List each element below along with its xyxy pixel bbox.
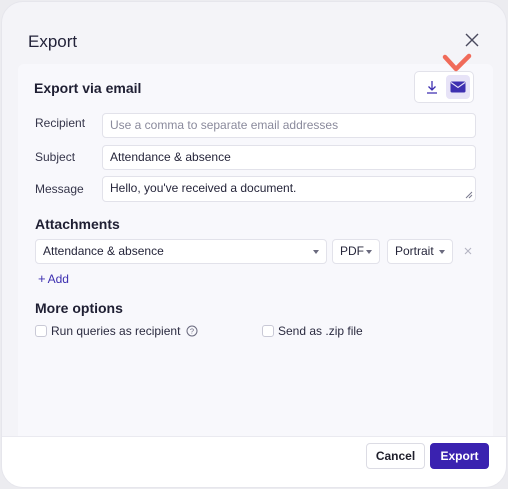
message-text: Hello, you've received a document.: [110, 181, 297, 195]
subject-label: Subject: [35, 150, 76, 164]
attachment-orientation-value: Portrait: [395, 244, 434, 258]
svg-text:?: ?: [190, 327, 194, 336]
attachment-orientation-select[interactable]: Portrait: [387, 239, 453, 264]
attachment-format-value: PDF: [340, 244, 364, 258]
export-dialog: Export Export via email Recipient Use a …: [1, 1, 507, 488]
send-as-zip-label: Send as .zip file: [278, 324, 363, 338]
send-as-zip-option[interactable]: Send as .zip file: [262, 323, 363, 339]
message-textarea[interactable]: Hello, you've received a document.: [102, 176, 476, 202]
chevron-down-icon: [366, 250, 372, 254]
chevron-down-icon: [313, 250, 319, 254]
run-as-recipient-option[interactable]: Run queries as recipient ?: [35, 323, 198, 339]
cancel-button[interactable]: Cancel: [366, 443, 425, 469]
remove-attachment-icon[interactable]: [463, 246, 473, 256]
plus-icon: +: [38, 271, 46, 286]
message-label: Message: [35, 182, 84, 196]
run-as-recipient-checkbox[interactable]: [35, 325, 47, 337]
send-as-zip-checkbox[interactable]: [262, 325, 274, 337]
resize-handle-icon[interactable]: [465, 191, 473, 199]
close-icon[interactable]: [462, 30, 482, 50]
download-mode-button[interactable]: [420, 75, 444, 99]
add-attachment-link[interactable]: + Add: [38, 271, 69, 286]
run-as-recipient-label: Run queries as recipient: [51, 324, 181, 338]
dialog-title: Export: [28, 32, 78, 51]
help-icon[interactable]: ?: [186, 325, 198, 337]
attachment-format-select[interactable]: PDF: [332, 239, 380, 264]
attachments-title: Attachments: [35, 216, 120, 232]
recipient-input[interactable]: Use a comma to separate email addresses: [102, 113, 476, 138]
dialog-body: Export via email Recipient Use a comma t…: [18, 53, 493, 436]
more-options-title: More options: [35, 300, 123, 316]
chevron-down-icon: [439, 250, 445, 254]
envelope-icon: [450, 81, 466, 93]
recipient-label: Recipient: [35, 116, 86, 130]
checkmark-annotation-icon: [442, 53, 472, 72]
export-button[interactable]: Export: [430, 443, 489, 469]
export-mode-toggle: [414, 71, 474, 103]
attachment-report-select[interactable]: Attendance & absence: [35, 239, 327, 264]
email-mode-button[interactable]: [446, 75, 470, 99]
attachment-report-value: Attendance & absence: [43, 244, 164, 258]
download-icon: [427, 81, 437, 94]
add-attachment-label: Add: [47, 272, 69, 286]
subject-input[interactable]: Attendance & absence: [102, 145, 476, 170]
email-section-title: Export via email: [34, 80, 142, 96]
